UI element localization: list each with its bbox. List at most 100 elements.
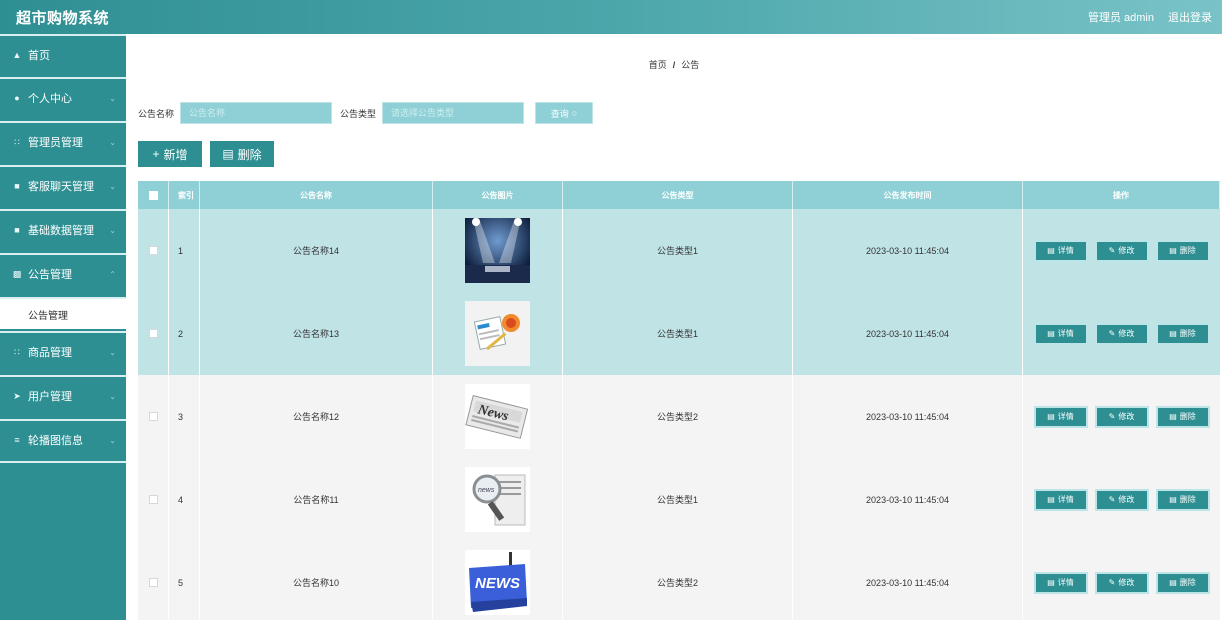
edit-label: 修改 xyxy=(1118,495,1135,504)
chevron-up-icon: ⌃ xyxy=(109,269,116,279)
delete-row-button[interactable]: ▤ 删除 xyxy=(1155,405,1210,428)
news-key-image: NEWS xyxy=(465,550,530,615)
document-icon: ▤ xyxy=(1047,495,1055,504)
header-checkbox-cell xyxy=(138,181,169,209)
action-toolbar: + 新增 ▤ 删除 xyxy=(138,141,274,167)
sidebar-item-admin-management[interactable]: ∷ 管理员管理 ⌄ xyxy=(0,121,126,161)
table-row[interactable]: 1 公告名称14 公告类型1 2023-03-10 11:45:04 ▤ 详情 … xyxy=(138,209,1220,292)
row-index: 2 xyxy=(169,292,200,375)
detail-button[interactable]: ▤ 详情 xyxy=(1033,239,1088,262)
row-checkbox[interactable] xyxy=(148,246,158,255)
current-user-label: 管理员 admin xyxy=(1087,12,1154,24)
edit-button[interactable]: ✎ 修改 xyxy=(1094,405,1149,428)
delete-button[interactable]: ▤ 删除 xyxy=(210,141,274,167)
table-row[interactable]: 5 公告名称10 NEWS 公告类型2 2023-03-10 11:45:04 … xyxy=(138,541,1220,620)
magnifier-news-image: news xyxy=(465,467,530,532)
search-button-label: 查询 xyxy=(550,108,569,119)
edit-button[interactable]: ✎ 修改 xyxy=(1094,488,1149,511)
edit-button[interactable]: ✎ 修改 xyxy=(1094,571,1149,594)
detail-button[interactable]: ▤ 详情 xyxy=(1033,571,1088,594)
sidebar-item-personal-center[interactable]: ● 个人中心 ⌄ xyxy=(0,77,126,117)
row-index: 4 xyxy=(169,458,200,541)
grid-icon: ∷ xyxy=(14,346,20,357)
delete-row-button[interactable]: ▤ 删除 xyxy=(1155,239,1210,262)
row-checkbox[interactable] xyxy=(148,495,158,504)
breadcrumb-separator: / xyxy=(672,60,676,70)
edit-button[interactable]: ✎ 修改 xyxy=(1094,322,1149,345)
svg-text:NEWS: NEWS xyxy=(475,575,520,592)
notice-table: 索引 公告名称 公告图片 公告类型 公告发布时间 操作 1 公告名称14 公告类… xyxy=(138,181,1220,620)
table-row[interactable]: 4 公告名称11 news 公告类型1 2023-03-10 11:45:04 … xyxy=(138,458,1220,541)
sidebar-item-label: 商品管理 xyxy=(28,347,72,359)
edit-button[interactable]: ✎ 修改 xyxy=(1094,239,1149,262)
chevron-down-icon: ⌄ xyxy=(109,391,116,401)
row-checkbox[interactable] xyxy=(148,329,158,338)
search-icon: ○ xyxy=(571,108,578,118)
notice-type-select[interactable] xyxy=(382,102,525,124)
delete-label: 删除 xyxy=(1179,329,1196,338)
edit-label: 修改 xyxy=(1118,329,1135,338)
delete-row-button[interactable]: ▤ 删除 xyxy=(1155,488,1210,511)
trash-icon: ▤ xyxy=(1169,578,1177,587)
sidebar-item-carousel-info[interactable]: ≡ 轮播图信息 ⌄ xyxy=(0,419,126,459)
header-index: 索引 xyxy=(169,181,200,209)
sidebar-item-chat-management[interactable]: ■ 客服聊天管理 ⌄ xyxy=(0,165,126,205)
row-name: 公告名称14 xyxy=(200,209,433,292)
sliders-icon: ≡ xyxy=(14,435,20,445)
sidebar-item-label: 首页 xyxy=(28,50,50,62)
select-all-checkbox[interactable] xyxy=(148,190,158,200)
delete-label: 删除 xyxy=(1179,495,1196,504)
table-row[interactable]: 3 公告名称12 News 公告类型2 2023-03-10 11:45:04 … xyxy=(138,375,1220,458)
sidebar-divider xyxy=(0,461,126,463)
delete-row-button[interactable]: ▤ 删除 xyxy=(1155,322,1210,345)
row-time: 2023-03-10 11:45:04 xyxy=(793,458,1023,541)
row-checkbox[interactable] xyxy=(148,412,158,421)
row-checkbox[interactable] xyxy=(148,578,158,587)
pencil-icon: ✎ xyxy=(1108,329,1116,338)
trash-icon: ▤ xyxy=(1169,495,1177,504)
delete-label: 删除 xyxy=(1179,578,1196,587)
header-time: 公告发布时间 xyxy=(793,181,1023,209)
breadcrumb: 首页 / 公告 xyxy=(126,58,1222,71)
search-button[interactable]: 查询 ○ xyxy=(535,102,594,124)
header-type: 公告类型 xyxy=(563,181,793,209)
document-icon: ▤ xyxy=(1047,246,1055,255)
edit-label: 修改 xyxy=(1118,246,1135,255)
sidebar-item-notice-management[interactable]: ▩ 公告管理 ⌃ xyxy=(0,253,126,293)
add-button-label: 新增 xyxy=(163,147,188,162)
sidebar-item-home[interactable]: ▲ 首页 xyxy=(0,34,126,74)
send-icon: ➤ xyxy=(13,390,21,401)
row-image-cell xyxy=(433,209,563,292)
sidebar-item-user-management[interactable]: ➤ 用户管理 ⌄ xyxy=(0,375,126,415)
row-name: 公告名称12 xyxy=(200,375,433,458)
detail-button[interactable]: ▤ 详情 xyxy=(1033,405,1088,428)
stage-lights-image xyxy=(465,218,530,283)
delete-row-button[interactable]: ▤ 删除 xyxy=(1155,571,1210,594)
pencil-icon: ✎ xyxy=(1108,495,1116,504)
document-icon: ▤ xyxy=(1047,578,1055,587)
row-checkbox-cell xyxy=(138,209,169,292)
notice-name-input[interactable] xyxy=(180,102,333,124)
sidebar: ▲ 首页 ● 个人中心 ⌄ ∷ 管理员管理 ⌄ ■ 客服聊天管理 ⌄ ■ 基础数… xyxy=(0,34,126,620)
detail-label: 详情 xyxy=(1057,412,1074,421)
row-type: 公告类型1 xyxy=(563,458,793,541)
logout-link[interactable]: 退出登录 xyxy=(1168,9,1212,25)
chevron-down-icon: ⌄ xyxy=(109,435,116,445)
add-button[interactable]: + 新增 xyxy=(138,141,202,167)
document-icon: ▤ xyxy=(1047,329,1055,338)
row-index: 1 xyxy=(169,209,200,292)
submenu-item-notice[interactable]: 公告管理 xyxy=(0,297,126,329)
database-icon: ■ xyxy=(14,225,20,235)
detail-button[interactable]: ▤ 详情 xyxy=(1033,322,1088,345)
chevron-down-icon: ⌄ xyxy=(109,137,116,147)
header-user-area: 管理员 admin 退出登录 xyxy=(1088,9,1212,25)
breadcrumb-home[interactable]: 首页 xyxy=(649,60,667,70)
detail-button[interactable]: ▤ 详情 xyxy=(1033,488,1088,511)
sidebar-item-product-management[interactable]: ∷ 商品管理 ⌄ xyxy=(0,331,126,371)
trash-icon: ▤ xyxy=(1169,329,1177,338)
user-icon: ● xyxy=(14,93,20,103)
breadcrumb-current: 公告 xyxy=(681,60,700,70)
sidebar-item-base-data[interactable]: ■ 基础数据管理 ⌄ xyxy=(0,209,126,249)
row-type: 公告类型1 xyxy=(563,209,793,292)
table-row[interactable]: 2 公告名称13 公告类型1 2023-03-10 11:45:04 ▤ 详情 … xyxy=(138,292,1220,375)
